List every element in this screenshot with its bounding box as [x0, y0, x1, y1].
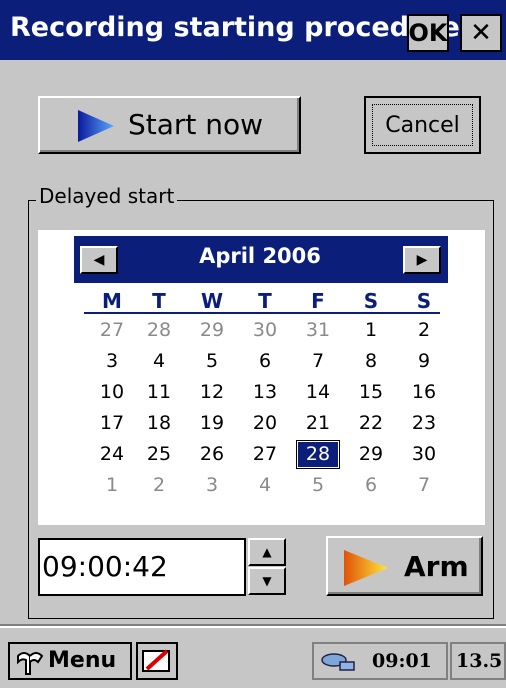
weekday-divider	[84, 312, 440, 314]
next-month-button[interactable]: ▶	[403, 246, 441, 274]
calendar-day[interactable]: 31	[298, 318, 338, 343]
calendar-day[interactable]: 14	[298, 380, 338, 405]
calendar-day[interactable]: 24	[92, 442, 132, 467]
calendar-day[interactable]: 29	[192, 318, 232, 343]
calendar-day[interactable]: 7	[404, 473, 444, 498]
time-input[interactable]: 09:00:42	[38, 538, 246, 596]
calendar-day[interactable]: 28	[139, 318, 179, 343]
input-panel-button[interactable]	[136, 642, 178, 680]
clock[interactable]: 09:01	[372, 650, 432, 672]
calendar-day[interactable]: 27	[92, 318, 132, 343]
play-icon	[342, 548, 390, 592]
calendar-day[interactable]: 2	[404, 318, 444, 343]
calendar-day[interactable]: 11	[139, 380, 179, 405]
arm-button[interactable]: Arm	[326, 536, 483, 596]
arm-label: Arm	[404, 550, 469, 583]
calendar-day[interactable]: 13	[245, 380, 285, 405]
calendar-day[interactable]: 20	[245, 411, 285, 436]
calendar-day[interactable]: 26	[192, 442, 232, 467]
time-increment-button[interactable]: ▲	[248, 538, 286, 566]
calendar-day[interactable]: 9	[404, 349, 444, 374]
calendar-day[interactable]: 4	[139, 349, 179, 374]
calendar-day[interactable]: 12	[192, 380, 232, 405]
weekday-header: S	[363, 289, 379, 313]
calendar-day-selected[interactable]: 28	[296, 440, 340, 469]
start-now-label: Start now	[128, 108, 264, 141]
calendar-month-title: April 2006	[199, 244, 321, 268]
network-icon[interactable]	[320, 646, 356, 678]
weekday-header: T	[152, 289, 166, 313]
calendar-day[interactable]: 2	[139, 473, 179, 498]
calendar-day[interactable]: 30	[404, 442, 444, 467]
close-button[interactable]: ✕	[460, 14, 502, 52]
calendar-day[interactable]: 5	[192, 349, 232, 374]
weekday-header: M	[102, 289, 122, 313]
calendar-day[interactable]: 7	[298, 349, 338, 374]
ok-button[interactable]: OK	[407, 14, 449, 52]
weekday-header: F	[311, 289, 325, 313]
battery-level[interactable]: 13.5	[456, 650, 502, 672]
calendar-day[interactable]: 27	[245, 442, 285, 467]
start-now-button[interactable]: Start now	[38, 96, 301, 154]
calendar-day[interactable]: 10	[92, 380, 132, 405]
menu-label: Menu	[48, 648, 117, 673]
menu-button[interactable]: Menu	[8, 642, 132, 680]
calendar-day[interactable]: 21	[298, 411, 338, 436]
weekday-header: S	[416, 289, 432, 313]
play-icon	[76, 108, 116, 148]
calendar-day[interactable]: 17	[92, 411, 132, 436]
window-title: Recording starting procedure	[10, 12, 460, 43]
calendar-day[interactable]: 23	[404, 411, 444, 436]
calendar-day[interactable]: 15	[351, 380, 391, 405]
weekday-header: W	[200, 289, 224, 313]
calendar-day[interactable]: 4	[245, 473, 285, 498]
calendar-day[interactable]: 25	[139, 442, 179, 467]
calendar-day[interactable]: 29	[351, 442, 391, 467]
calendar-day[interactable]: 3	[92, 349, 132, 374]
cancel-label: Cancel	[372, 104, 473, 146]
calendar-day[interactable]: 22	[351, 411, 391, 436]
calendar-day[interactable]: 1	[351, 318, 391, 343]
time-decrement-button[interactable]: ▼	[248, 567, 286, 595]
calendar-day[interactable]: 6	[351, 473, 391, 498]
calendar-day[interactable]: 30	[245, 318, 285, 343]
calendar-day[interactable]: 16	[404, 380, 444, 405]
calendar-day[interactable]: 1	[92, 473, 132, 498]
calendar-day[interactable]: 3	[192, 473, 232, 498]
pen-icon	[141, 647, 173, 679]
calendar-day[interactable]: 6	[245, 349, 285, 374]
calendar-day[interactable]: 8	[351, 349, 391, 374]
calendar-day[interactable]: 18	[139, 411, 179, 436]
calendar-day[interactable]: 19	[192, 411, 232, 436]
delayed-start-label: Delayed start	[36, 184, 178, 208]
prev-month-button[interactable]: ◀	[80, 246, 118, 274]
start-flag-icon	[14, 648, 44, 680]
calendar-day[interactable]: 5	[298, 473, 338, 498]
cancel-button[interactable]: Cancel	[364, 96, 481, 154]
weekday-header: T	[258, 289, 272, 313]
